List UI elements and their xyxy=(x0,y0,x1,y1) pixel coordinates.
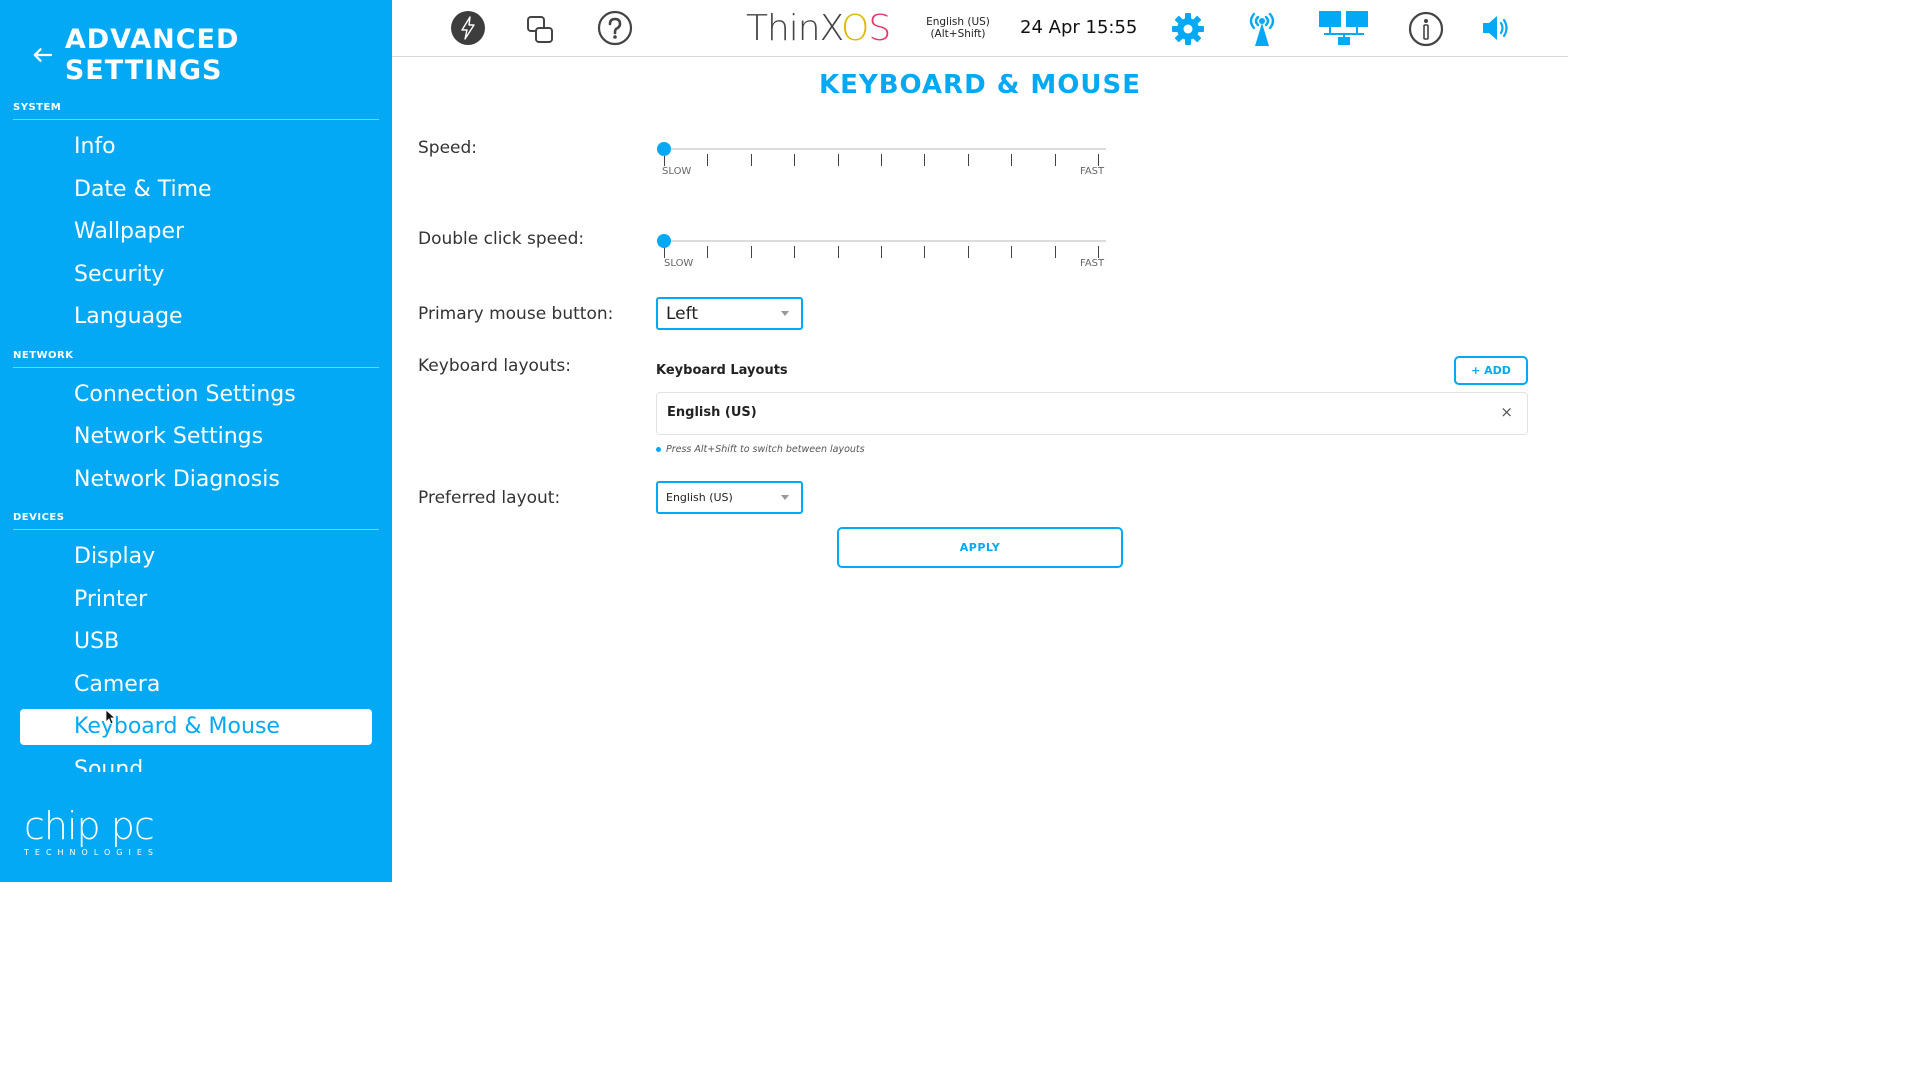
keyboard-layouts-header: Keyboard Layouts xyxy=(656,363,788,378)
sidebar-item-security[interactable]: Security xyxy=(20,257,372,293)
volume-icon[interactable] xyxy=(1480,12,1512,44)
speed-fast-label: FAST xyxy=(1080,166,1105,177)
layout-name: English (US) xyxy=(667,405,757,420)
slider-tick xyxy=(967,246,969,258)
double-click-fast-label: FAST xyxy=(1080,258,1105,269)
layout-switch-hint: Press Alt+Shift to switch between layout… xyxy=(656,444,865,455)
sidebar-item-wallpaper[interactable]: Wallpaper xyxy=(20,214,372,250)
slider-tick xyxy=(967,154,969,166)
thinxos-brand: ThinXOS xyxy=(746,8,891,49)
hint-text: Press Alt+Shift to switch between layout… xyxy=(666,444,865,455)
main-content: KEYBOARD & MOUSE Speed: SLOW FAST Double… xyxy=(392,58,1568,882)
wireless-icon[interactable] xyxy=(1242,8,1282,48)
chippc-logo: chip pc TECHNOLOGIES xyxy=(24,806,159,857)
slider-tick xyxy=(837,154,839,166)
info-icon[interactable] xyxy=(1408,11,1444,47)
chevron-down-icon xyxy=(781,311,789,316)
slider-tick xyxy=(924,154,926,166)
speed-slow-label: SLOW xyxy=(662,166,692,177)
logo-text: chip pc xyxy=(24,804,155,848)
speed-slider-handle[interactable] xyxy=(657,142,671,156)
double-click-slider[interactable]: SLOW FAST xyxy=(656,232,1106,272)
preferred-layout-select[interactable]: English (US) xyxy=(656,481,803,514)
slider-tick xyxy=(881,154,882,166)
brand-s: S xyxy=(868,8,891,49)
slider-tick xyxy=(837,246,839,258)
layout-list-item: English (US) × xyxy=(656,392,1528,435)
slider-tick xyxy=(881,246,882,258)
mouse-cursor-icon xyxy=(105,709,117,725)
preferred-layout-value: English (US) xyxy=(666,491,733,504)
slider-tick xyxy=(750,154,752,166)
speed-slider[interactable]: SLOW FAST xyxy=(656,140,1106,180)
lightning-icon[interactable] xyxy=(450,10,486,46)
preferred-layout-label: Preferred layout: xyxy=(418,488,561,508)
sidebar-header: ADVANCED SETTINGS xyxy=(30,24,392,86)
windows-icon[interactable] xyxy=(526,14,556,46)
sidebar-item-language[interactable]: Language xyxy=(20,299,372,335)
logo-subtext: TECHNOLOGIES xyxy=(24,848,159,857)
slider-tick xyxy=(794,246,796,258)
language-name: English (US) xyxy=(926,16,990,28)
sidebar-item-usb[interactable]: USB xyxy=(20,624,372,660)
primary-button-label: Primary mouse button: xyxy=(418,304,614,324)
sidebar-item-camera[interactable]: Camera xyxy=(20,667,372,703)
slider-tick xyxy=(707,246,709,258)
sidebar-item-connection-settings[interactable]: Connection Settings xyxy=(20,377,372,413)
slider-tick xyxy=(1054,154,1056,166)
double-click-slider-handle[interactable] xyxy=(657,234,671,248)
speed-label: Speed: xyxy=(418,138,478,158)
sidebar: ADVANCED SETTINGS SYSTEM Info Date & Tim… xyxy=(0,0,392,882)
slider-tick xyxy=(1098,154,1099,166)
double-click-label: Double click speed: xyxy=(418,229,585,249)
page-title: KEYBOARD & MOUSE xyxy=(818,70,1142,100)
primary-button-value: Left xyxy=(666,304,698,324)
section-system-label: SYSTEM xyxy=(13,102,379,120)
bullet-icon xyxy=(656,447,661,452)
chevron-down-icon xyxy=(781,495,789,500)
keyboard-layouts-label: Keyboard layouts: xyxy=(418,356,571,376)
sidebar-item-date-time[interactable]: Date & Time xyxy=(20,172,372,208)
brand-thin: Thin xyxy=(746,8,821,49)
network-icon[interactable] xyxy=(1318,10,1370,46)
slider-tick xyxy=(1098,246,1099,258)
add-layout-button[interactable]: + ADD xyxy=(1454,356,1528,385)
slider-tick xyxy=(1011,154,1013,166)
top-bar: ThinXOS English (US) (Alt+Shift) 24 Apr … xyxy=(392,0,1568,57)
language-indicator[interactable]: English (US) (Alt+Shift) xyxy=(924,16,992,40)
language-shortcut: (Alt+Shift) xyxy=(930,28,986,40)
brand-o: O xyxy=(840,8,869,49)
help-icon[interactable] xyxy=(597,10,633,46)
slider-tick xyxy=(1054,246,1056,258)
double-click-slider-track[interactable] xyxy=(664,240,1106,242)
sidebar-title: ADVANCED SETTINGS xyxy=(64,24,240,86)
slider-tick xyxy=(924,246,926,258)
primary-button-select[interactable]: Left xyxy=(656,297,803,330)
apply-button[interactable]: APPLY xyxy=(837,527,1123,568)
double-click-slow-label: SLOW xyxy=(664,258,694,269)
settings-icon[interactable] xyxy=(1170,11,1206,47)
sidebar-item-printer[interactable]: Printer xyxy=(20,582,372,618)
sidebar-menu: ADVANCED SETTINGS SYSTEM Info Date & Tim… xyxy=(0,0,392,772)
sidebar-item-keyboard-mouse[interactable]: Keyboard & Mouse xyxy=(20,709,372,745)
speed-slider-track[interactable] xyxy=(664,148,1106,150)
sidebar-item-info[interactable]: Info xyxy=(20,129,372,165)
date-time-display: 24 Apr 15:55 xyxy=(1020,17,1138,38)
sidebar-item-network-settings[interactable]: Network Settings xyxy=(20,419,372,455)
section-devices-label: DEVICES xyxy=(13,512,379,530)
back-arrow-icon[interactable] xyxy=(30,42,55,68)
brand-x: X xyxy=(819,8,842,49)
slider-tick xyxy=(750,246,752,258)
section-network-label: NETWORK xyxy=(13,350,379,368)
sidebar-item-network-diagnosis[interactable]: Network Diagnosis xyxy=(20,462,372,498)
sidebar-item-display[interactable]: Display xyxy=(20,539,372,575)
slider-tick xyxy=(1011,246,1013,258)
slider-tick xyxy=(707,154,709,166)
sidebar-item-sound[interactable]: Sound xyxy=(20,752,372,772)
slider-tick xyxy=(794,154,796,166)
close-icon[interactable]: × xyxy=(1500,403,1513,421)
